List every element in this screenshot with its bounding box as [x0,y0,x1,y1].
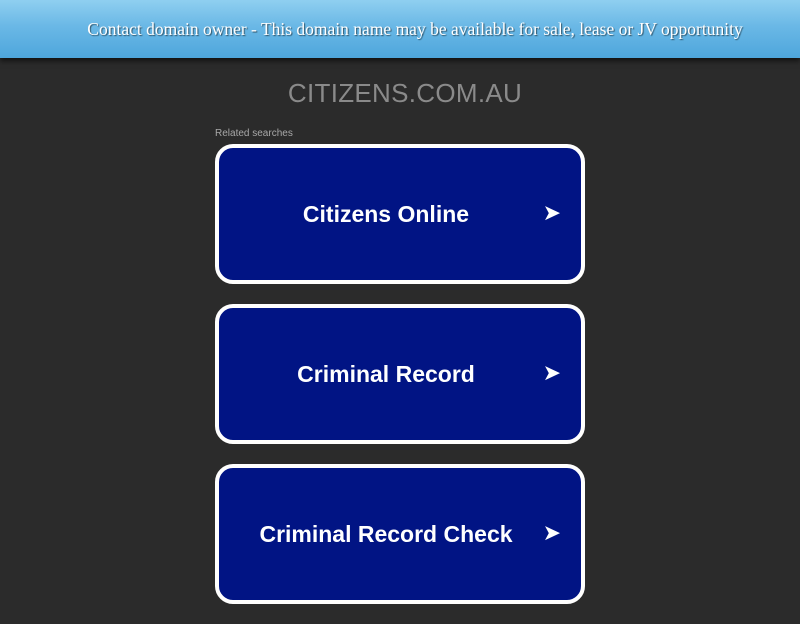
arrow-right-icon: ➤ [542,201,561,226]
related-search-label: Criminal Record Check [259,520,513,547]
contact-domain-owner-banner[interactable]: Contact domain owner - This domain name … [0,0,800,58]
arrow-right-icon: ➤ [542,361,561,386]
related-searches-label: Related searches [215,128,293,139]
arrow-right-icon: ➤ [542,521,561,546]
related-searches-list: Citizens Online ➤ Criminal Record ➤ Crim… [215,144,585,624]
related-search-criminal-record-check[interactable]: Criminal Record Check ➤ [215,464,585,604]
domain-title: CITIZENS.COM.AU [287,78,523,108]
banner-text: Contact domain owner - This domain name … [87,18,743,39]
related-search-label: Citizens Online [302,200,470,227]
related-search-label: Criminal Record [297,360,475,387]
related-search-criminal-record[interactable]: Criminal Record ➤ [215,304,585,444]
related-search-citizens-online[interactable]: Citizens Online ➤ [215,144,585,284]
